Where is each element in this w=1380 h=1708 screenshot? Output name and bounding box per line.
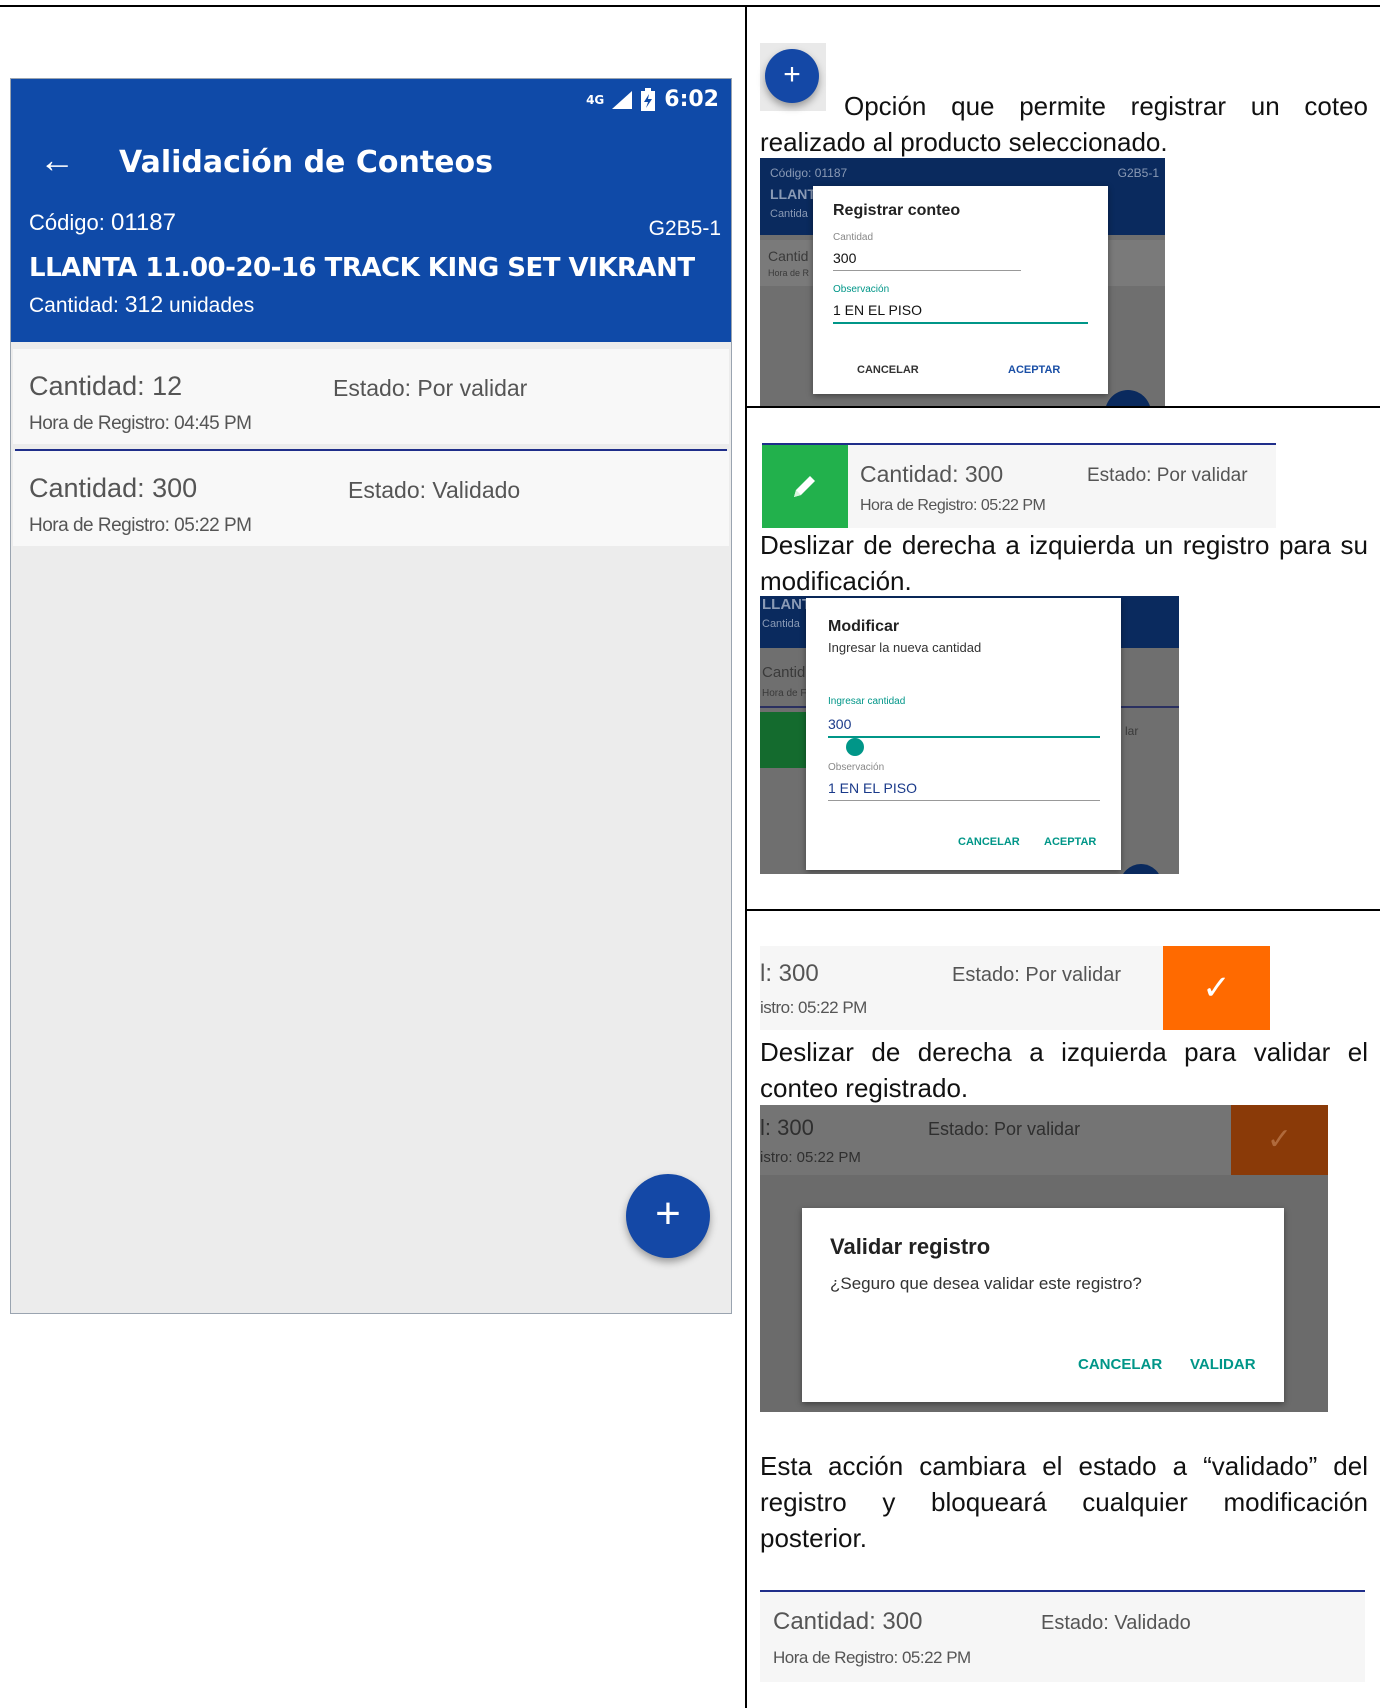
dimmed-row-status: Estado: Por validar (928, 1119, 1081, 1139)
record-quantity: l: 300 (760, 960, 819, 987)
dimmed-quantity: Cantida (770, 208, 808, 220)
section3-note: Esta acción cambiara el estado a “valida… (760, 1451, 1368, 1553)
record-status: Estado: Por validar (952, 964, 1121, 986)
dimmed-row-label: Cantid (768, 248, 809, 264)
list-item[interactable]: Cantidad: 12 Estado: Por validar Hora de… (13, 349, 729, 444)
cancel-button[interactable]: CANCELAR (857, 364, 919, 376)
record-status: Estado: Validado (348, 477, 521, 503)
record-quantity: Cantidad: 300 (860, 461, 1004, 487)
quantity-field[interactable]: 300 (833, 250, 856, 266)
battery-icon (641, 87, 656, 111)
status-bar: 4G 6:02 (586, 87, 719, 112)
observation-field[interactable]: 1 EN EL PISO (833, 302, 922, 318)
signal-icon (612, 90, 633, 109)
check-icon: ✓ (1202, 969, 1231, 1007)
dimmed-product: LLANT (770, 186, 816, 202)
register-count-dialog: Registrar conteo Cantidad 300 Observació… (813, 186, 1108, 394)
text-cursor-handle[interactable] (846, 738, 864, 756)
dimmed-code: Código: 01187 (770, 166, 848, 180)
location-code: G2B5-1 (648, 217, 721, 240)
cancel-button[interactable]: CANCELAR (1078, 1356, 1162, 1373)
observation-label: Observación (833, 284, 890, 295)
quantity-label: Ingresar cantidad (828, 696, 906, 707)
record-time: Hora de Registro: 04:45 PM (29, 413, 252, 434)
record-quantity: Cantidad: 12 (29, 371, 183, 401)
record-time: Hora de Registro: 05:22 PM (29, 515, 252, 536)
cancel-button[interactable]: CANCELAR (958, 836, 1020, 848)
dialog-title: Modificar (828, 618, 900, 635)
record-time: istro: 05:22 PM (760, 998, 867, 1017)
phone-screen: 4G 6:02 ← Validación de Conteos Código: … (10, 78, 732, 1314)
section1-description: Opción que permite registrar un coteo re… (760, 91, 1368, 157)
status-time: 6:02 (664, 87, 719, 112)
quantity-underline (833, 270, 1021, 271)
edit-action[interactable] (762, 445, 848, 528)
dimmed-row-label: Cantid (762, 664, 806, 681)
observation-underline (833, 322, 1088, 324)
record-status: Estado: Validado (1041, 1612, 1191, 1634)
dimmed-edit-action (760, 712, 808, 768)
observation-field[interactable]: 1 EN EL PISO (828, 780, 917, 796)
validate-dialog: Validar registro ¿Seguro que desea valid… (802, 1208, 1284, 1402)
quantity-underline (828, 736, 1100, 738)
accept-button[interactable]: ACEPTAR (1044, 836, 1096, 848)
section2-description: Deslizar de derecha a izquierda un regis… (760, 530, 1368, 596)
dimmed-validate-action: ✓ (1231, 1105, 1328, 1175)
dimmed-row-time: Hora de R (768, 268, 810, 278)
network-indicator: 4G (586, 92, 605, 107)
back-arrow-icon[interactable]: ← (39, 139, 75, 181)
product-code: Código: 01187 (29, 209, 176, 236)
swipe-validate-row[interactable]: l: 300 Estado: Por validar istro: 05:22 … (760, 946, 1270, 1030)
dialog-title: Validar registro (830, 1234, 991, 1259)
product-name: LLANTA 11.00-20-16 TRACK KING SET VIKRAN… (29, 253, 695, 283)
record-time: Hora de Registro: 05:22 PM (860, 497, 1046, 514)
dimmed-row-time: Hora de F (762, 688, 807, 699)
list-item[interactable]: Cantidad: 300 Estado: Validado Hora de R… (13, 451, 729, 546)
modify-dialog-screenshot: LLANT Cantida Cantid Hora de F lar Modif… (760, 596, 1179, 874)
validated-row: Cantidad: 300 Estado: Validado Hora de R… (760, 1590, 1365, 1682)
product-quantity: Cantidad: 312 unidades (29, 291, 255, 317)
table-divider-vertical (745, 5, 747, 1708)
pencil-icon (794, 476, 815, 497)
validate-dialog-screenshot: l: 300 Estado: Por validar istro: 05:22 … (760, 1105, 1328, 1412)
dimmed-status: lar (1125, 724, 1139, 738)
dimmed-row-time: istro: 05:22 PM (760, 1149, 861, 1166)
dialog-title: Registrar conteo (833, 202, 961, 219)
register-dialog-screenshot: Código: 01187 G2B5-1 LLANT Cantida Canti… (760, 158, 1165, 406)
dialog-message: ¿Seguro que desea validar este registro? (830, 1274, 1142, 1293)
app-bar: 4G 6:02 ← Validación de Conteos Código: … (11, 79, 731, 342)
record-status: Estado: Por validar (333, 375, 528, 401)
dimmed-location: G2B5-1 (1117, 166, 1159, 180)
accept-button[interactable]: ACEPTAR (1008, 364, 1060, 376)
add-count-button[interactable]: + (626, 1174, 710, 1258)
record-quantity: Cantidad: 300 (773, 1608, 923, 1635)
section3-description: Deslizar de derecha a izquierda para val… (760, 1037, 1368, 1103)
record-time: Hora de Registro: 05:22 PM (773, 1648, 971, 1667)
dimmed-product: LLANT (762, 596, 812, 613)
dimmed-fab (1120, 864, 1162, 874)
table-row-divider-2 (745, 909, 1380, 911)
dimmed-fab (1105, 390, 1151, 406)
record-quantity: Cantidad: 300 (29, 473, 198, 503)
observation-underline (828, 800, 1100, 801)
record-status: Estado: Por validar (1087, 465, 1248, 486)
quantity-field[interactable]: 300 (828, 716, 851, 732)
swipe-edit-row[interactable]: Cantidad: 300 Estado: Por validar Hora d… (762, 443, 1276, 528)
dimmed-row-quantity: l: 300 (760, 1115, 814, 1140)
dimmed-quantity: Cantida (762, 618, 800, 630)
observation-label: Observación (828, 762, 885, 773)
validate-button[interactable]: VALIDAR (1190, 1356, 1256, 1373)
modify-dialog: Modificar Ingresar la nueva cantidad Ing… (806, 598, 1121, 870)
validate-action[interactable]: ✓ (1163, 946, 1270, 1030)
dialog-subtitle: Ingresar la nueva cantidad (828, 640, 982, 655)
page-title: Validación de Conteos (119, 145, 493, 180)
quantity-label: Cantidad (833, 232, 874, 243)
table-border-top (0, 5, 1380, 7)
table-row-divider-1 (745, 406, 1380, 408)
